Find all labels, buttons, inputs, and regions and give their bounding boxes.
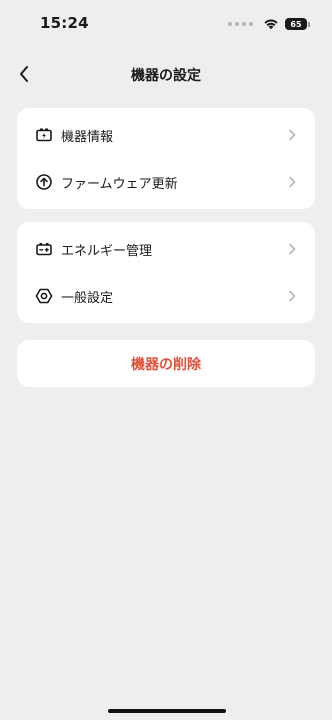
page-title: 機器の設定: [131, 68, 201, 84]
status-bar: 15:24 65: [0, 0, 332, 44]
chevron-right-icon: [287, 175, 297, 189]
chevron-right-icon: [287, 242, 297, 256]
wifi-icon: [263, 15, 279, 34]
signal-icon: [228, 22, 253, 26]
battery-icon: 65: [285, 18, 310, 30]
device-info-row[interactable]: 機器情報: [17, 112, 315, 158]
upload-circle-icon: [35, 173, 53, 191]
energy-management-row[interactable]: エネルギー管理: [17, 226, 315, 272]
device-info-label: 機器情報: [61, 129, 114, 145]
chevron-right-icon: [287, 128, 297, 142]
energy-management-label: エネルギー管理: [61, 243, 153, 259]
battery-level-icon: [35, 240, 53, 258]
status-indicators: 65: [228, 16, 310, 32]
nav-bar: 機器の設定: [0, 56, 332, 92]
firmware-update-row[interactable]: ファームウェア更新: [17, 159, 315, 205]
delete-device-card: 機器の削除: [17, 340, 315, 387]
battery-level: 65: [285, 18, 307, 30]
settings-group-general: エネルギー管理 一般設定: [17, 222, 315, 323]
general-settings-row[interactable]: 一般設定: [17, 273, 315, 319]
status-time: 15:24: [40, 14, 89, 32]
delete-device-button[interactable]: 機器の削除: [17, 340, 315, 387]
battery-charge-icon: [35, 126, 53, 144]
general-settings-label: 一般設定: [61, 290, 114, 306]
settings-group-device: 機器情報 ファームウェア更新: [17, 108, 315, 209]
home-indicator: [108, 709, 226, 713]
firmware-update-label: ファームウェア更新: [61, 176, 178, 192]
hexagon-settings-icon: [35, 287, 53, 305]
chevron-right-icon: [287, 289, 297, 303]
